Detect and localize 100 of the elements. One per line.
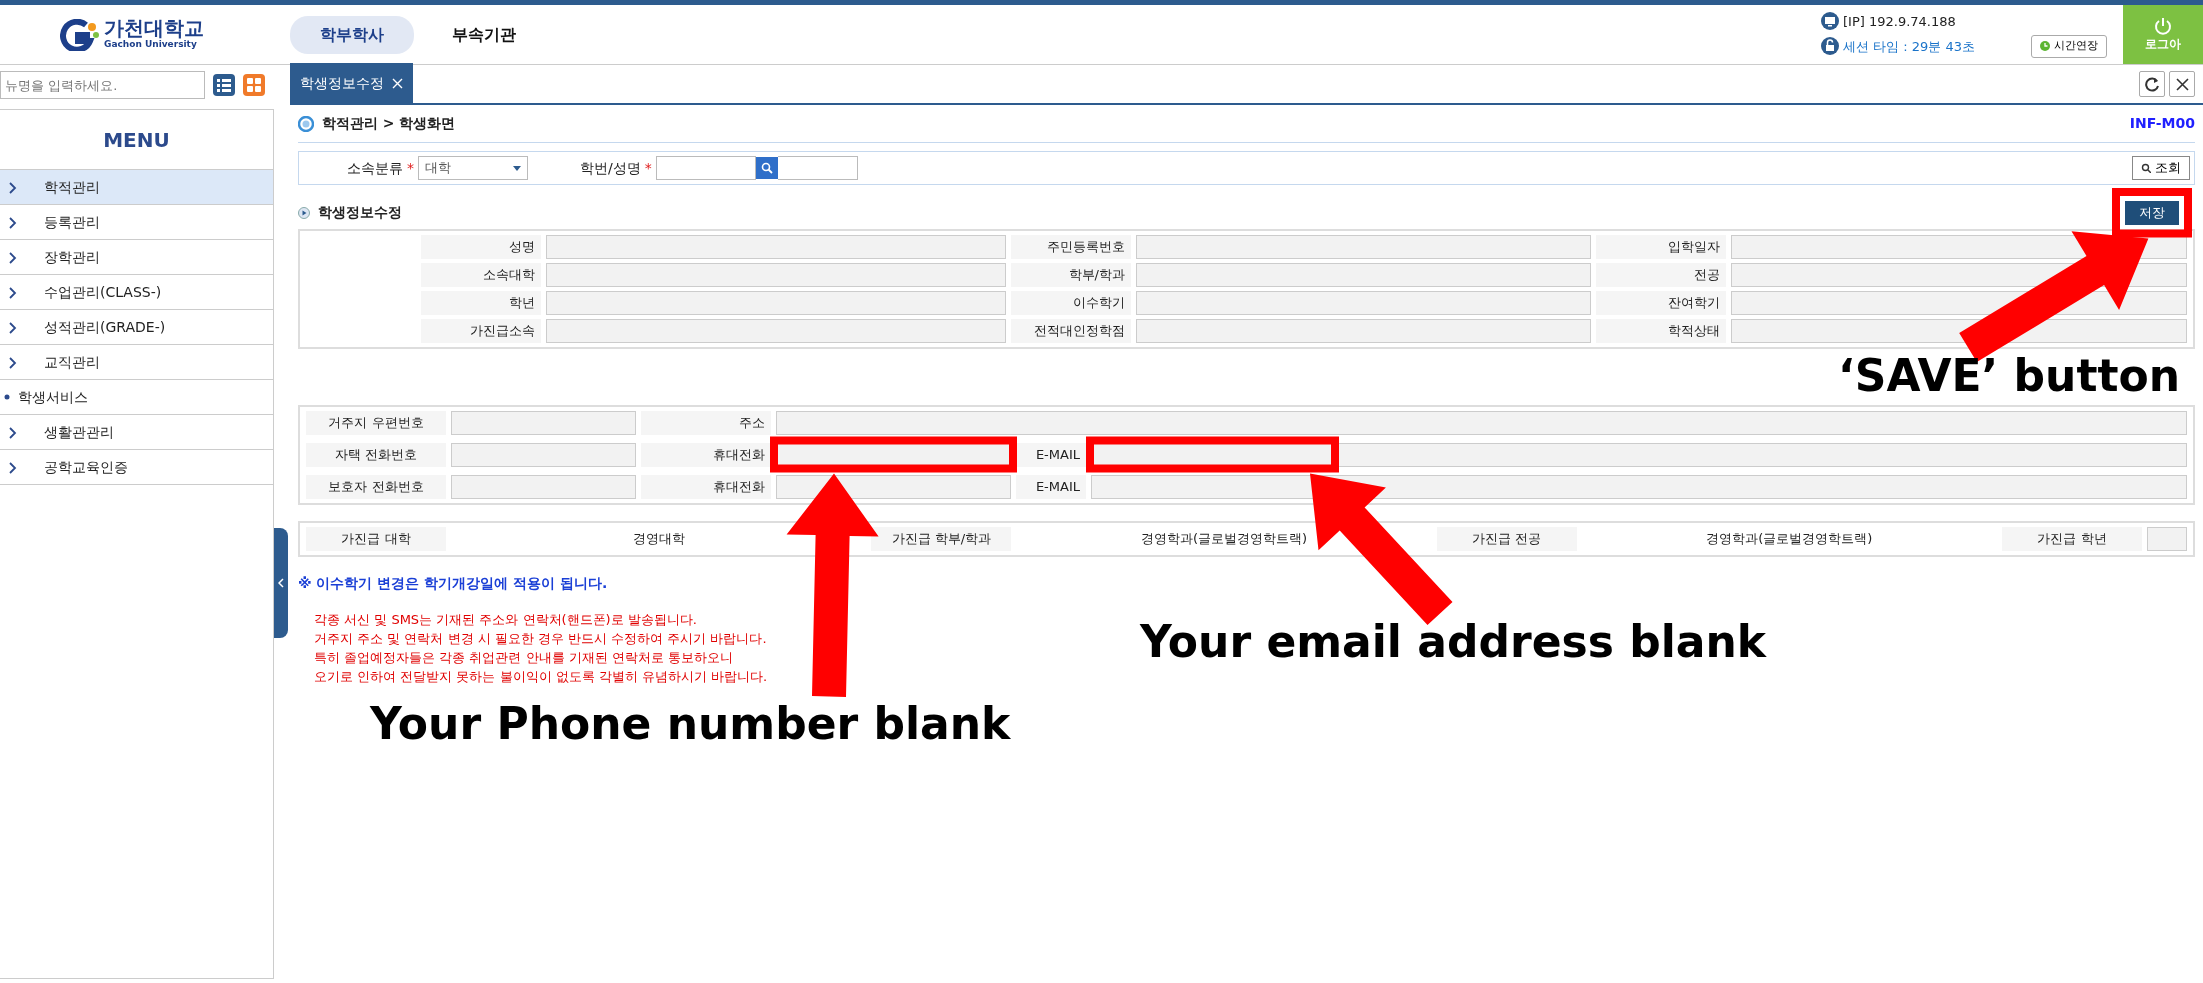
field-label: 가진급 학부/학과	[871, 526, 1012, 551]
required-mark: *	[407, 158, 414, 178]
chevron-icon	[8, 321, 17, 334]
list-view-icon[interactable]	[213, 74, 235, 96]
sidebar-item[interactable]: 장학관리	[0, 240, 273, 275]
input-field[interactable]	[776, 474, 1011, 499]
field-label: 가진급 학년	[2002, 526, 2142, 551]
play-icon	[298, 206, 310, 219]
input-field[interactable]	[1091, 474, 2187, 499]
monitor-icon	[1821, 12, 1839, 31]
search-button[interactable]	[755, 157, 778, 179]
close-button[interactable]	[2169, 71, 2195, 97]
input-field[interactable]	[451, 410, 636, 435]
grid-view-icon[interactable]	[243, 74, 265, 96]
sidebar-item[interactable]: 교직관리	[0, 345, 273, 380]
extend-button[interactable]: 시간연장	[2031, 35, 2107, 58]
field-label: 소속대학	[421, 262, 541, 287]
warning-text: 특히 졸업예정자들은 각종 취업관련 안내를 기재된 연락처로 통보하오니	[314, 648, 733, 667]
field-label: 가진급소속	[421, 318, 541, 343]
chevron-icon	[8, 181, 17, 194]
notice-text: ※ 이수학기 변경은 학기개강일에 적용이 됩니다.	[298, 573, 609, 593]
sidebar-item[interactable]: 학생서비스	[0, 380, 273, 415]
field-label: 거주지 우편번호	[306, 410, 446, 435]
field-label: 이수학기	[1011, 290, 1131, 315]
field-label: 휴대전화	[641, 474, 771, 499]
input-field[interactable]	[776, 410, 2187, 435]
search-icon	[760, 162, 773, 174]
select-field[interactable]: 대학	[418, 156, 528, 180]
field-label: 학번/성명	[580, 158, 641, 178]
input-field[interactable]	[546, 262, 1006, 287]
sidebar-item[interactable]: 공학교육인증	[0, 450, 273, 485]
header-tab[interactable]: 부속기관	[422, 15, 546, 54]
chevron-icon	[8, 461, 17, 474]
chevron-icon	[8, 216, 17, 229]
field-value: 경영학과(글로벌경영학트랙)	[1139, 529, 1309, 548]
chevron-left-icon	[278, 578, 284, 588]
screen-code: INF-M00	[2129, 114, 2195, 133]
power-icon	[2154, 16, 2172, 35]
field-label: E-MAIL	[1016, 442, 1086, 467]
field-label: 학년	[421, 290, 541, 315]
sidebar-item[interactable]: 성적관리(GRADE-)	[0, 310, 273, 345]
field-label: E-MAIL	[1016, 474, 1086, 499]
logo-text: 가천대학교	[104, 17, 204, 38]
chevron-icon	[8, 286, 17, 299]
dropdown-caret-icon	[513, 165, 521, 171]
input-field[interactable]	[546, 290, 1006, 315]
ip-address: [IP] 192.9.74.188	[1843, 12, 1956, 31]
select-value: 대학	[425, 159, 451, 178]
field-label: 주소	[641, 410, 771, 435]
field-label: 가진급 전공	[1436, 526, 1577, 551]
query-button[interactable]: 조회	[2132, 156, 2190, 180]
menu-search-field[interactable]: 뉴명을 입력하세요.	[0, 71, 205, 99]
input-field[interactable]	[777, 156, 858, 180]
close-icon	[2175, 77, 2189, 91]
field-label: 휴대전화	[641, 442, 771, 467]
warning-text: 오기로 인하여 전달받지 못하는 불이익이 없도록 각별히 유념하시기 바랍니다.	[314, 667, 768, 686]
input-field[interactable]	[2147, 526, 2187, 551]
lock-icon	[1821, 37, 1839, 56]
sidebar-item[interactable]: 생활관관리	[0, 415, 273, 450]
input-field[interactable]	[1136, 318, 1591, 343]
input-field[interactable]	[1136, 262, 1591, 287]
input-field[interactable]	[1136, 290, 1591, 315]
warning-text: 각종 서신 및 SMS는 기재된 주소와 연락처(핸드폰)로 발송됩니다.	[314, 610, 697, 629]
section-title: 학생정보수정	[318, 203, 402, 223]
save-button[interactable]: 저장	[2125, 201, 2179, 225]
field-label: 입학일자	[1596, 234, 1726, 259]
breadcrumb: 학적관리 > 학생화면	[322, 114, 456, 133]
header-tab[interactable]: 학부학사	[290, 15, 414, 54]
field-label: 학적상태	[1596, 318, 1726, 343]
sidebar-item[interactable]: 수업관리(CLASS-)	[0, 275, 273, 310]
input-field[interactable]	[655, 156, 756, 180]
input-field[interactable]	[451, 474, 636, 499]
chevron-icon	[8, 426, 17, 439]
field-label: 가진급 대학	[306, 526, 446, 551]
annotation-text: Your email address blank	[1140, 617, 1767, 666]
input-field[interactable]	[546, 318, 1006, 343]
refresh-icon	[2144, 76, 2160, 92]
sidebar-item[interactable]: 등록관리	[0, 205, 273, 240]
input-field[interactable]	[1091, 442, 2187, 467]
annotation-text: ‘SAVE’ button	[1838, 351, 2181, 400]
session-time: 세션 타임 : 29분 43초	[1843, 37, 1975, 56]
refresh-button[interactable]	[2139, 71, 2165, 97]
field-label: 소속분류	[347, 158, 403, 178]
page-tab[interactable]: 학생정보수정	[290, 63, 413, 103]
input-field[interactable]	[451, 442, 636, 467]
field-value: 경영대학	[631, 529, 686, 548]
chevron-icon	[8, 356, 17, 369]
input-field[interactable]	[1136, 234, 1591, 259]
field-label: 주민등록번호	[1011, 234, 1131, 259]
collapse-handle[interactable]	[274, 528, 288, 638]
sidebar-item[interactable]: 학적관리	[0, 170, 273, 205]
input-field[interactable]	[546, 234, 1006, 259]
field-label: 전공	[1596, 262, 1726, 287]
field-label: 잔여학기	[1596, 290, 1726, 315]
close-icon[interactable]	[392, 77, 403, 89]
field-label: 자택 전화번호	[306, 442, 446, 467]
annotation-text: Your Phone number blank	[370, 699, 1011, 748]
field-label: 보호자 전화번호	[306, 474, 446, 499]
search-icon	[2141, 163, 2151, 173]
field-label: 학부/학과	[1011, 262, 1131, 287]
